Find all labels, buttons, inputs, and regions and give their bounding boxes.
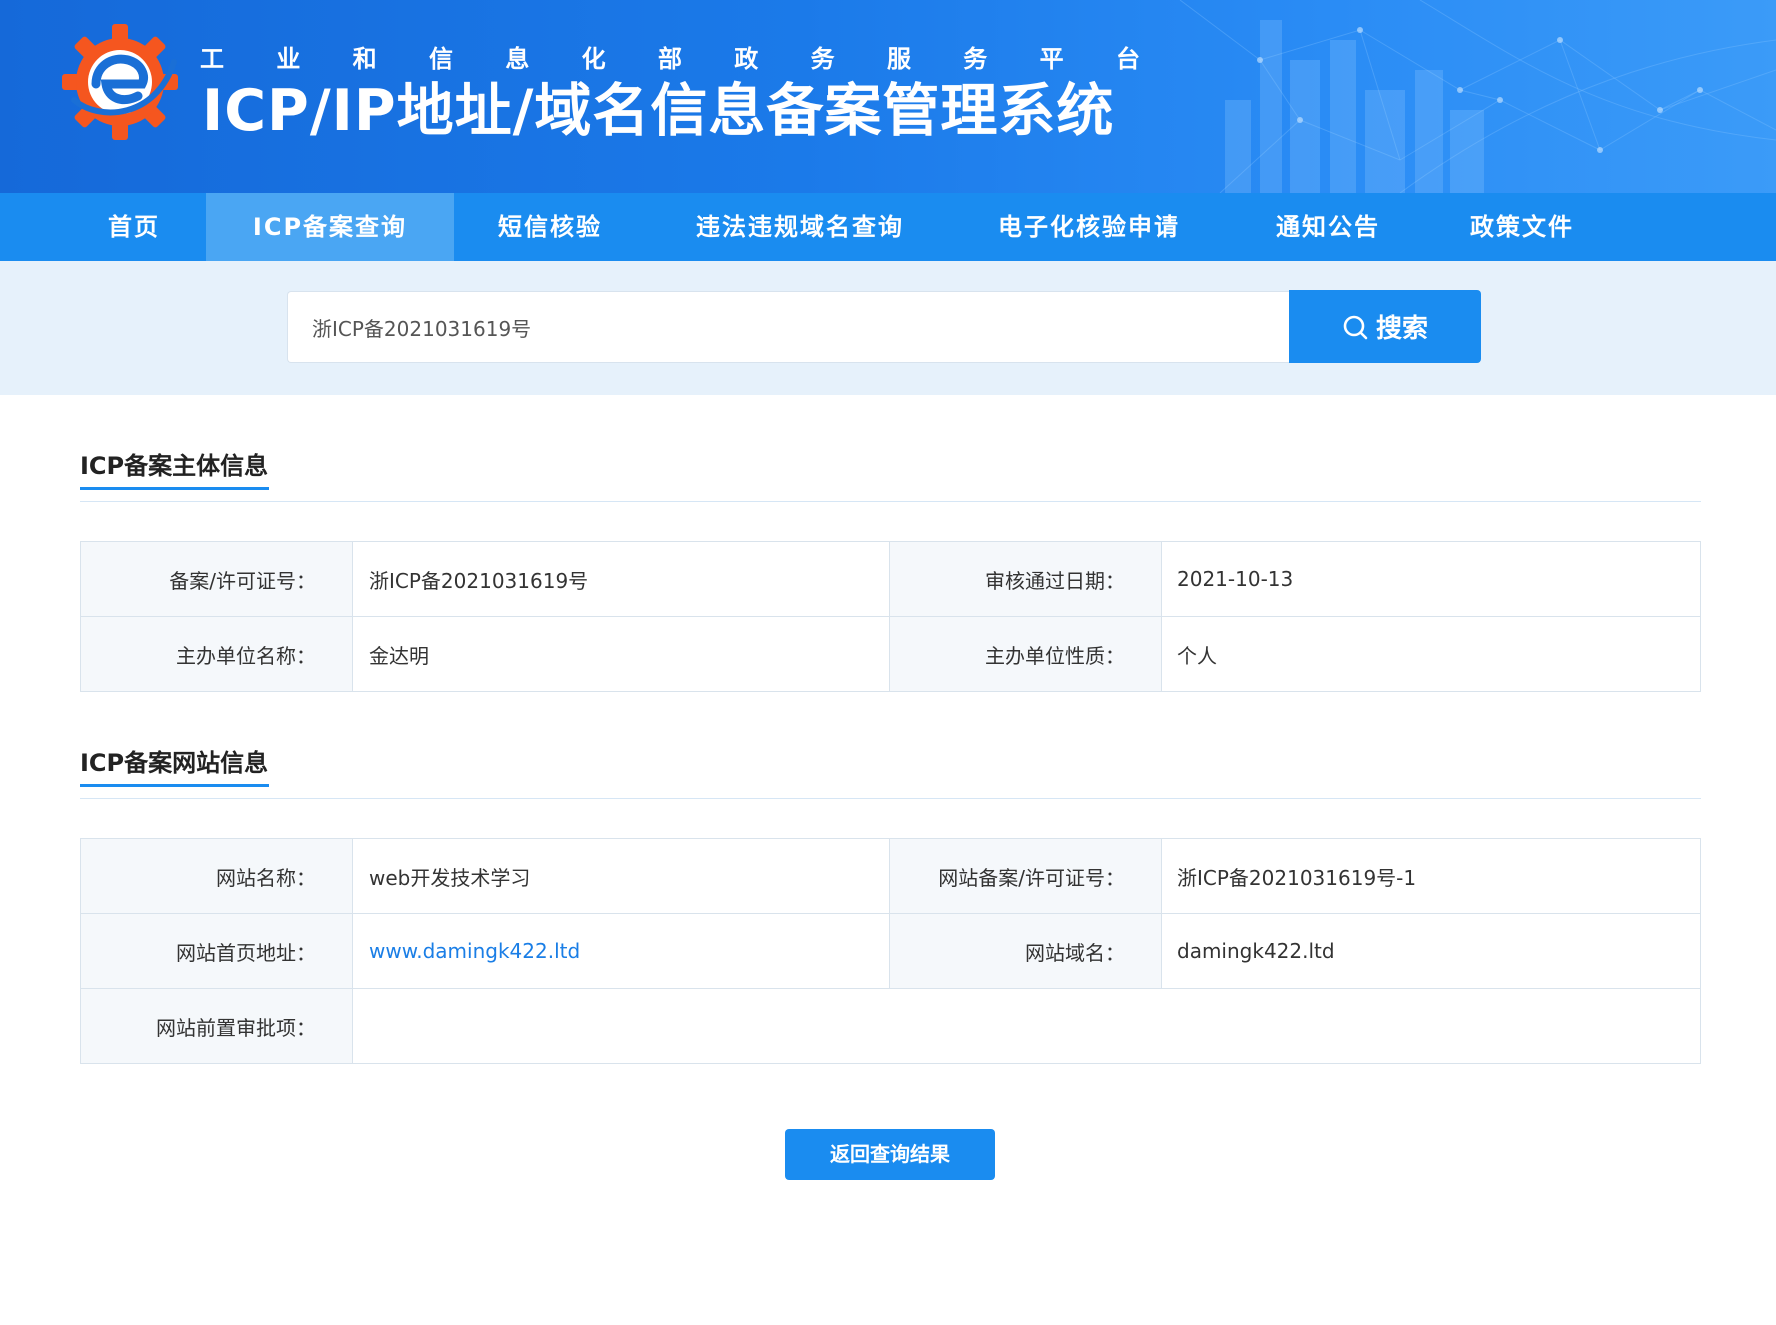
subtitle-char: 务 — [810, 44, 835, 73]
site-license-label: 网站备案/许可证号： — [889, 838, 1162, 914]
platform-subtitle: 工 业 和 信 息 化 部 政 务 服 务 平 台 — [200, 38, 1140, 74]
org-name-value: 金达明 — [352, 616, 890, 692]
nav-item-e-verify-apply[interactable]: 电子化核验申请 — [984, 193, 1194, 261]
header-banner: 工 业 和 信 息 化 部 政 务 服 务 平 台 ICP/IP地址/域名信息备… — [0, 0, 1776, 193]
website-section-title: ICP备案网站信息 — [80, 749, 269, 777]
site-license-value: 浙ICP备2021031619号-1 — [1161, 838, 1701, 914]
approval-date-label: 审核通过日期： — [889, 541, 1162, 617]
entity-info-table: 备案/许可证号： 浙ICP备2021031619号 审核通过日期： 2021-1… — [80, 541, 1701, 692]
table-row: 网站名称： web开发技术学习 网站备案/许可证号： 浙ICP备20210316… — [80, 838, 1701, 914]
site-name-value: web开发技术学习 — [352, 838, 890, 914]
nav-item-notices[interactable]: 通知公告 — [1258, 193, 1398, 261]
org-type-label: 主办单位性质： — [889, 616, 1162, 692]
search-input[interactable] — [288, 292, 1290, 362]
subtitle-char: 政 — [734, 44, 759, 73]
entity-section-underline — [80, 487, 269, 490]
search-button[interactable]: 搜索 — [1289, 290, 1481, 363]
approval-date-value: 2021-10-13 — [1161, 541, 1701, 617]
subtitle-char: 信 — [428, 44, 453, 73]
search-box — [287, 291, 1290, 363]
subtitle-char: 服 — [886, 44, 911, 73]
entity-section-rule — [80, 501, 1701, 502]
license-value: 浙ICP备2021031619号 — [352, 541, 890, 617]
subtitle-char: 业 — [276, 44, 301, 73]
website-info-table: 网站名称： web开发技术学习 网站备案/许可证号： 浙ICP备20210316… — [80, 838, 1701, 1064]
subtitle-char: 化 — [581, 44, 606, 73]
search-area: 搜索 — [0, 261, 1776, 395]
subtitle-char: 台 — [1115, 44, 1140, 73]
homepage-link[interactable]: www.damingk422.ltd — [369, 939, 580, 963]
pre-approval-label: 网站前置审批项： — [80, 988, 353, 1064]
site-name-label: 网站名称： — [80, 838, 353, 914]
subtitle-char: 平 — [1039, 44, 1064, 73]
homepage-cell: www.damingk422.ltd — [352, 913, 890, 989]
system-title: ICP/IP地址/域名信息备案管理系统 — [202, 78, 1115, 144]
license-label: 备案/许可证号： — [80, 541, 353, 617]
back-to-results-button[interactable]: 返回查询结果 — [785, 1129, 995, 1180]
org-name-label: 主办单位名称： — [80, 616, 353, 692]
search-button-label: 搜索 — [1375, 314, 1428, 344]
org-type-value: 个人 — [1161, 616, 1701, 692]
table-row: 网站前置审批项： — [80, 988, 1701, 1064]
subtitle-char: 息 — [505, 44, 530, 73]
table-row: 主办单位名称： 金达明 主办单位性质： 个人 — [80, 616, 1701, 692]
nav-item-policy-docs[interactable]: 政策文件 — [1452, 193, 1592, 261]
nav-item-home[interactable]: 首页 — [80, 193, 188, 261]
table-row: 网站首页地址： www.damingk422.ltd 网站域名： damingk… — [80, 913, 1701, 989]
subtitle-char: 和 — [352, 44, 377, 73]
subtitle-char: 部 — [657, 44, 682, 73]
website-section-underline — [80, 784, 269, 787]
subtitle-char: 工 — [200, 44, 224, 73]
nav-item-icp-query[interactable]: ICP备案查询 — [206, 193, 454, 261]
nav-item-sms-verify[interactable]: 短信核验 — [480, 193, 620, 261]
website-section-rule — [80, 798, 1701, 799]
entity-section-title: ICP备案主体信息 — [80, 452, 269, 480]
nav-item-illegal-domain-query[interactable]: 违法违规域名查询 — [678, 193, 922, 261]
miit-gear-logo-icon — [62, 24, 178, 140]
domain-value: damingk422.ltd — [1161, 913, 1701, 989]
subtitle-char: 务 — [963, 44, 988, 73]
main-nav: 首页 ICP备案查询 短信核验 违法违规域名查询 电子化核验申请 通知公告 政策… — [0, 193, 1776, 261]
homepage-label: 网站首页地址： — [80, 913, 353, 989]
domain-label: 网站域名： — [889, 913, 1162, 989]
table-row: 备案/许可证号： 浙ICP备2021031619号 审核通过日期： 2021-1… — [80, 541, 1701, 617]
search-icon — [1343, 315, 1368, 339]
pre-approval-value — [352, 988, 1701, 1064]
